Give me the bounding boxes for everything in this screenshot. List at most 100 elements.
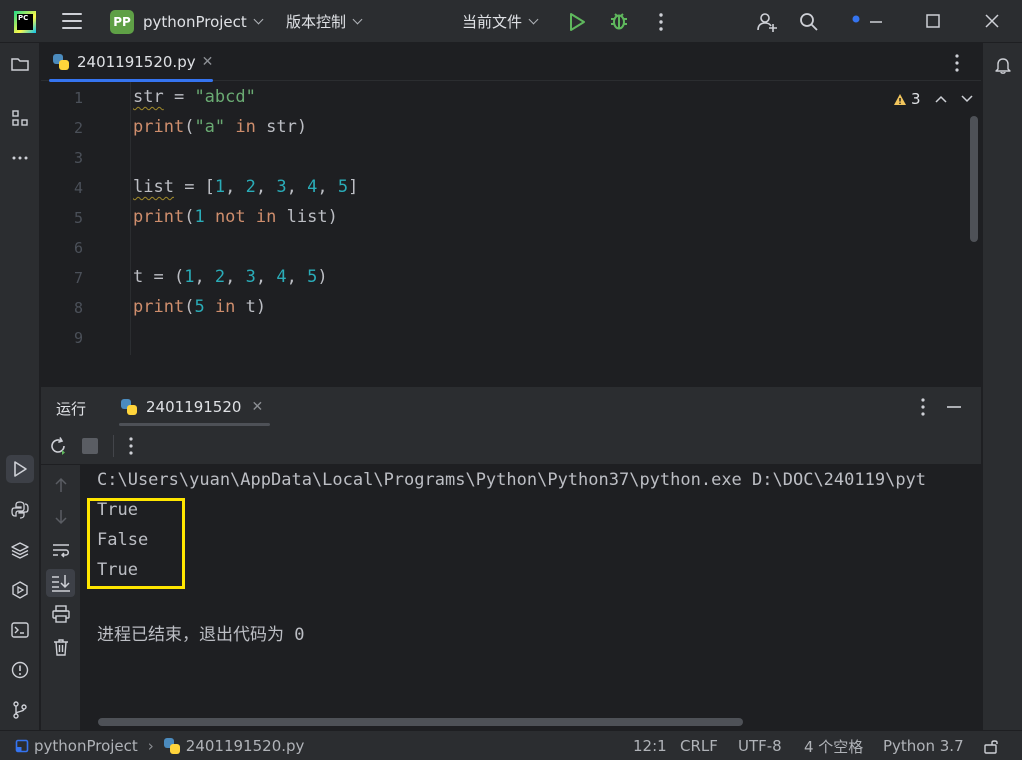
bug-icon: [611, 13, 627, 30]
arrow-up-icon[interactable]: [52, 476, 70, 494]
warning-icon: [894, 93, 906, 105]
run-toolbar: [41, 427, 981, 465]
status-bar: pythonProject › 2401191520.py 12:1 CRLF …: [0, 730, 1022, 760]
code-line-1: str = "abcd": [133, 87, 256, 107]
line-number: 7: [73, 269, 83, 287]
line-number: 4: [73, 179, 83, 197]
run-console[interactable]: C:\Users\yuan\AppData\Local\Programs\Pyt…: [82, 465, 981, 730]
close-tab-icon[interactable]: ✕: [202, 54, 214, 70]
code-line-5: print(1 not in list): [133, 207, 338, 227]
editor-tab[interactable]: 2401191520.py ✕: [49, 43, 217, 82]
close-tab-icon[interactable]: ✕: [251, 399, 263, 415]
debug-button[interactable]: [608, 10, 630, 32]
rerun-icon[interactable]: [48, 436, 68, 456]
maximize-icon[interactable]: [925, 13, 941, 29]
warning-count: 3: [911, 90, 921, 108]
git-icon[interactable]: [8, 698, 32, 722]
vcs-menu[interactable]: 版本控制: [286, 0, 363, 43]
file-encoding[interactable]: UTF-8: [738, 731, 782, 760]
editor-vertical-scrollbar[interactable]: [970, 116, 978, 242]
services-icon[interactable]: [8, 578, 32, 602]
notification-dot-icon: [851, 12, 861, 23]
more-actions-icon[interactable]: [126, 436, 136, 456]
scroll-to-end-icon: [52, 575, 70, 592]
print-icon[interactable]: [51, 604, 71, 624]
chevron-down-icon: [961, 95, 973, 103]
structure-icon[interactable]: [8, 106, 32, 130]
problems-icon[interactable]: [8, 658, 32, 682]
run-panel-header: 运行 2401191520 ✕: [41, 387, 981, 427]
caret-position[interactable]: 12:1: [633, 731, 667, 760]
python-file-icon: [53, 54, 69, 70]
console-horizontal-scrollbar[interactable]: [98, 718, 743, 726]
chevron-down-icon: [253, 14, 264, 25]
python-file-icon: [121, 399, 137, 415]
project-badge[interactable]: PP: [110, 10, 134, 34]
scroll-to-end-button[interactable]: [46, 569, 75, 597]
lock-icon[interactable]: [983, 738, 999, 754]
console-exit-message: 进程已结束，退出代码为 0: [97, 625, 305, 645]
python-file-icon: [163, 738, 180, 754]
breadcrumb-file[interactable]: 2401191520.py: [186, 737, 305, 755]
project-folder-icon[interactable]: [8, 52, 32, 76]
main-menu-icon[interactable]: [62, 13, 82, 29]
run-button[interactable]: [566, 11, 588, 33]
run-config-tab[interactable]: 2401191520 ✕: [121, 387, 263, 427]
chevron-down-icon: [352, 14, 363, 25]
run-tool-icon[interactable]: [6, 455, 34, 483]
code-line-2: print("a" in str): [133, 117, 308, 137]
line-number: 9: [73, 329, 83, 347]
close-icon[interactable]: [984, 13, 1000, 29]
arrow-down-icon[interactable]: [52, 508, 70, 526]
code-editor[interactable]: 1 2 3 4 5 6 7 8 9 str = "abcd" print("a"…: [41, 82, 981, 355]
toolbar-divider: [113, 435, 114, 457]
line-ending[interactable]: CRLF: [680, 731, 718, 760]
gutter-separator: [130, 82, 131, 355]
pycharm-logo-icon[interactable]: PC: [14, 11, 36, 33]
active-tab-indicator: [119, 423, 270, 426]
play-icon: [570, 13, 585, 31]
chevron-right-icon: ›: [147, 737, 154, 755]
terminal-icon[interactable]: [8, 618, 32, 642]
module-icon: [15, 739, 29, 753]
project-name: pythonProject: [143, 12, 247, 31]
code-line-7: t = (1, 2, 3, 4, 5): [133, 267, 328, 287]
line-number: 5: [73, 209, 83, 227]
stop-icon[interactable]: [82, 438, 98, 454]
indent-setting[interactable]: 4 个空格: [804, 731, 863, 760]
run-config-selector[interactable]: 当前文件: [462, 0, 539, 43]
run-config-tab-label: 2401191520: [146, 398, 242, 416]
soft-wrap-icon[interactable]: [51, 540, 71, 560]
code-line-8: print(5 in t): [133, 297, 267, 317]
console-actions: [41, 465, 81, 730]
inspection-widget[interactable]: 3: [893, 89, 973, 109]
hide-panel-icon[interactable]: [946, 399, 962, 415]
python-console-icon[interactable]: [8, 498, 32, 522]
trash-icon[interactable]: [51, 637, 71, 657]
line-number: 6: [73, 239, 83, 257]
breadcrumb-project[interactable]: pythonProject: [34, 737, 138, 755]
python-interpreter[interactable]: Python 3.7: [883, 731, 964, 760]
chevron-up-icon: [935, 95, 947, 103]
line-number: 2: [73, 119, 83, 137]
line-number: 1: [73, 89, 83, 107]
project-selector[interactable]: pythonProject: [143, 0, 264, 43]
notifications-bell-icon[interactable]: [991, 53, 1015, 77]
vcs-label: 版本控制: [286, 13, 347, 31]
minimize-icon[interactable]: [868, 14, 884, 30]
chevron-down-icon: [528, 14, 539, 25]
more-actions-icon[interactable]: [656, 12, 666, 32]
panel-options-icon[interactable]: [918, 397, 928, 417]
editor-tab-label: 2401191520.py: [77, 53, 196, 71]
left-tool-strip: [0, 43, 40, 730]
editor-tab-bar: 2401191520.py ✕: [41, 43, 981, 82]
tab-options-icon[interactable]: [952, 53, 962, 73]
output-highlight-box: [87, 498, 185, 589]
search-icon[interactable]: [798, 11, 820, 33]
line-number: 8: [73, 299, 83, 317]
layers-icon[interactable]: [8, 538, 32, 562]
line-number: 3: [73, 149, 83, 167]
run-config-label: 当前文件: [462, 13, 523, 31]
add-user-icon[interactable]: [756, 11, 778, 33]
more-tools-icon[interactable]: [8, 146, 32, 170]
